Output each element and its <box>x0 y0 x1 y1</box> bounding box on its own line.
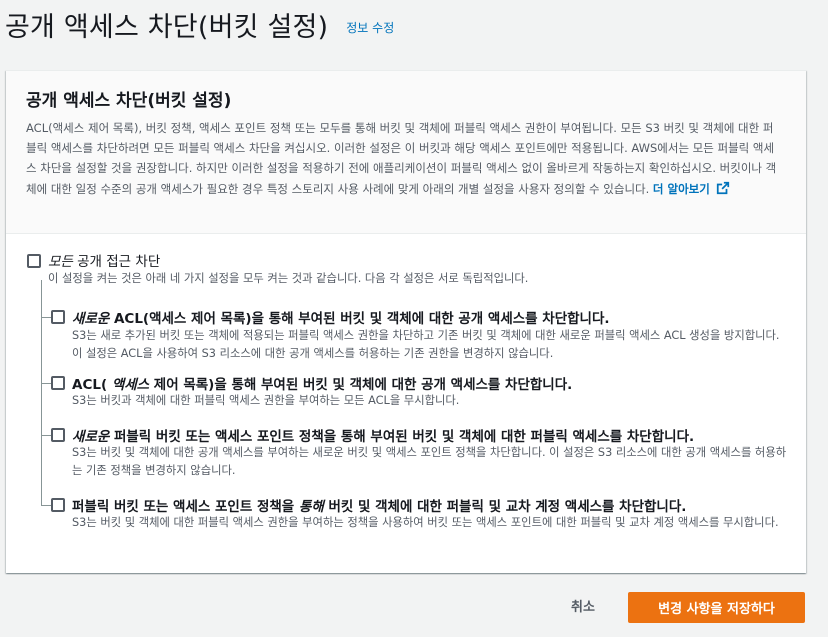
block-all-public-access-checkbox[interactable] <box>27 254 41 268</box>
cancel-button[interactable]: 취소 <box>571 596 595 615</box>
option-label-italic: 통해 <box>298 499 324 515</box>
page-header: 공개 액세스 차단(버킷 설정) 정보 수정 <box>5 2 394 46</box>
block-all-label-rest: 공개 접근 차단 <box>72 254 161 270</box>
block-any-policies-label: 퍼블릭 버킷 또는 액세스 포인트 정책을 통해 버킷 및 객체에 대한 퍼블릭… <box>72 495 686 515</box>
panel-description: ACL(액세스 제어 목록), 버킷 정책, 액세스 포인트 정책 또는 모두를… <box>26 118 781 199</box>
option-label-pre: ACL( <box>72 377 112 393</box>
block-all-label: 모든 공개 접근 차단 <box>48 250 160 270</box>
block-any-acls-checkbox[interactable] <box>51 376 65 390</box>
tree-branch <box>41 435 51 436</box>
option-label-italic: 새로운 <box>72 311 110 327</box>
option-label-italic: 새로운 <box>72 429 110 445</box>
panel-title: 공개 액세스 차단(버킷 설정) <box>26 91 232 111</box>
option-label-pre: 퍼블릭 버킷 또는 액세스 포인트 정책을 <box>72 499 299 515</box>
panel-header: 공개 액세스 차단(버킷 설정) ACL(액세스 제어 목록), 버킷 정책, … <box>6 71 806 234</box>
block-public-access-panel: 공개 액세스 차단(버킷 설정) ACL(액세스 제어 목록), 버킷 정책, … <box>6 70 806 573</box>
block-new-acls-label: 새로운 ACL(액세스 제어 목록)을 통해 부여된 버킷 및 객체에 대한 공… <box>72 307 610 327</box>
block-any-acls-label: ACL( 액세스 제어 목록)을 통해 부여된 버킷 및 객체에 대한 공개 액… <box>72 373 572 393</box>
save-changes-label: 변경 사항을 저장하다 <box>658 602 775 617</box>
block-new-acls-checkbox[interactable] <box>51 310 65 324</box>
block-any-policies-description: S3는 버킷 및 객체에 대한 퍼블릭 액세스 권한을 부여하는 정책을 사용하… <box>72 516 779 529</box>
save-changes-button[interactable]: 변경 사항을 저장하다 <box>628 592 805 623</box>
block-any-acls-description: S3는 버킷과 객체에 대한 퍼블릭 액세스 권한을 부여하는 모든 ACL을 … <box>72 394 460 407</box>
option-label-rest: ACL(액세스 제어 목록)을 통해 부여된 버킷 및 객체에 대한 공개 액세… <box>109 311 610 327</box>
info-link[interactable]: 정보 수정 <box>346 19 394 36</box>
block-new-policies-description: S3는 버킷 및 객체에 대한 공개 액세스를 부여하는 새로운 버킷 및 액세… <box>72 446 787 477</box>
block-all-description: 이 설정을 켜는 것은 아래 네 가지 설정을 모두 켜는 것과 같습니다. 다… <box>48 272 529 285</box>
option-label-italic: 액세스 <box>111 377 150 393</box>
block-new-policies-label: 새로운 퍼블릭 버킷 또는 액세스 포인트 정책을 통해 부여된 버킷 및 객체… <box>72 425 694 445</box>
option-label-rest: 버킷 및 객체에 대한 퍼블릭 및 교차 계정 액세스를 차단합니다. <box>323 499 687 515</box>
block-new-policies-checkbox[interactable] <box>51 428 65 442</box>
page-title: 공개 액세스 차단(버킷 설정) <box>5 11 329 43</box>
block-new-acls-description: S3는 새로 추가된 버킷 또는 객체에 적용되는 퍼블릭 액세스 권한을 차단… <box>72 329 780 360</box>
tree-branch <box>41 505 51 506</box>
tree-branch <box>41 317 51 318</box>
external-link-icon <box>716 181 729 194</box>
option-label-rest: 제어 목록)을 통해 부여된 버킷 및 객체에 대한 공개 액세스를 차단합니다… <box>149 377 573 393</box>
tree-branch <box>41 383 51 384</box>
block-all-label-italic: 모든 <box>48 254 73 270</box>
learn-more-label: 더 알아보기 <box>652 181 710 196</box>
tree-connector <box>41 280 42 506</box>
option-label-rest: 퍼블릭 버킷 또는 액세스 포인트 정책을 통해 부여된 버킷 및 객체에 대한… <box>109 429 695 445</box>
learn-more-link[interactable]: 더 알아보기 <box>652 181 730 196</box>
block-any-policies-checkbox[interactable] <box>51 498 65 512</box>
